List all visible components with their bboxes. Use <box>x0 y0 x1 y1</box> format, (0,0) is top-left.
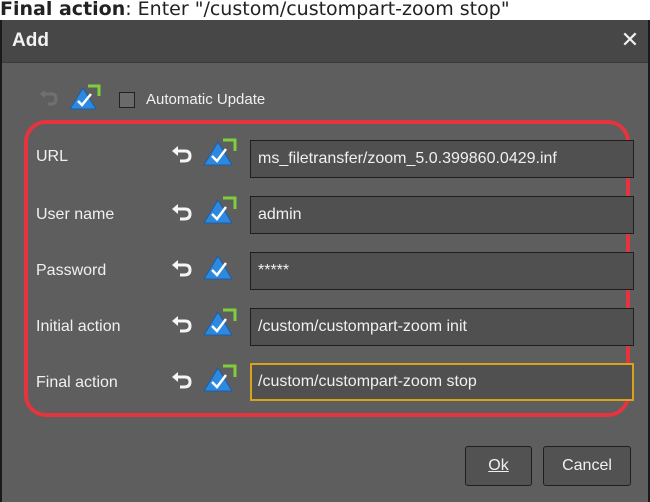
password-label: Password <box>36 262 107 279</box>
password-field[interactable]: ***** <box>250 252 634 290</box>
user-name-field[interactable]: admin <box>250 196 634 234</box>
user-name-label: User name <box>36 206 115 223</box>
cancel-button[interactable]: Cancel <box>543 446 631 486</box>
automatic-update-label: Automatic Update <box>146 91 266 108</box>
initial-action-label: Initial action <box>36 318 121 335</box>
revert-icon[interactable] <box>170 260 192 280</box>
dialog-title: Add <box>12 30 49 51</box>
ok-button[interactable]: Ok <box>465 446 532 486</box>
sync-icon[interactable] <box>202 364 238 392</box>
url-field[interactable]: ms_filetransfer/zoom_5.0.399860.0429.inf <box>250 140 634 178</box>
revert-icon[interactable] <box>170 316 192 336</box>
dialog-titlebar: Add ✕ <box>2 20 648 63</box>
final-action-label: Final action <box>36 374 118 391</box>
sync-icon[interactable] <box>202 308 238 336</box>
document-caption: Final action: Enter "/custom/custompart-… <box>0 0 650 20</box>
close-icon[interactable]: ✕ <box>618 28 642 52</box>
initial-action-field[interactable]: /custom/custompart-zoom init <box>250 308 634 346</box>
revert-icon[interactable] <box>170 146 192 166</box>
sync-icon <box>69 84 101 110</box>
final-action-field[interactable]: /custom/custompart-zoom stop <box>250 363 634 401</box>
sync-icon[interactable] <box>202 252 238 280</box>
url-label: URL <box>36 148 69 165</box>
revert-icon <box>40 90 58 106</box>
sync-icon[interactable] <box>202 138 238 166</box>
revert-icon[interactable] <box>170 372 192 392</box>
caption-text: : Enter "/custom/custompart-zoom stop" <box>125 0 510 20</box>
revert-icon[interactable] <box>170 204 192 224</box>
automatic-update-checkbox[interactable] <box>119 92 135 108</box>
add-dialog: Add ✕ Automatic Update URL ms_filetransf… <box>0 20 650 502</box>
caption-label: Final action <box>0 0 126 20</box>
sync-icon[interactable] <box>202 196 238 224</box>
